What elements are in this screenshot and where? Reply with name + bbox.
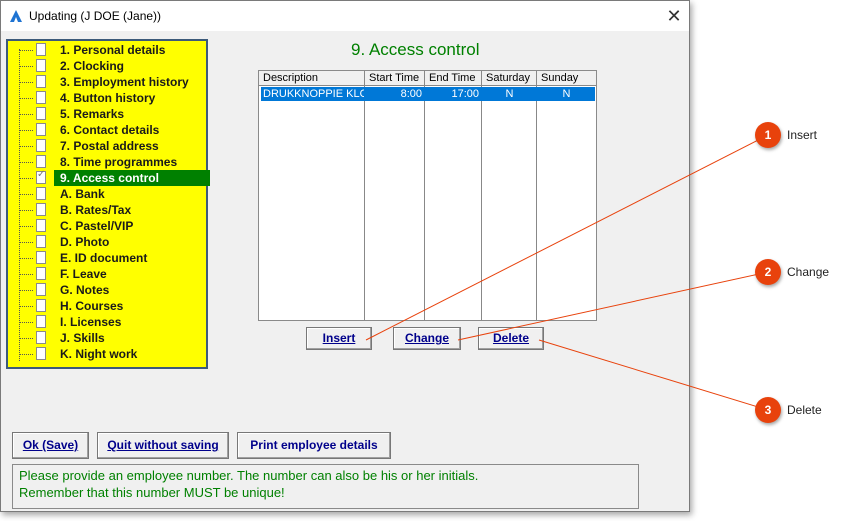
- leader-line-change: [457, 271, 769, 341]
- callout-label-change: Change: [787, 265, 830, 279]
- callout-leader-lines: [365, 134, 769, 411]
- callout-label-delete: Delete: [787, 403, 822, 417]
- leader-line-delete: [538, 339, 769, 411]
- leader-line-insert: [365, 134, 769, 341]
- callout-badge-1: 1: [755, 122, 781, 148]
- callout-label-insert: Insert: [787, 128, 818, 142]
- callout-badge-3: 3: [755, 397, 781, 423]
- callout-badge-2: 2: [755, 259, 781, 285]
